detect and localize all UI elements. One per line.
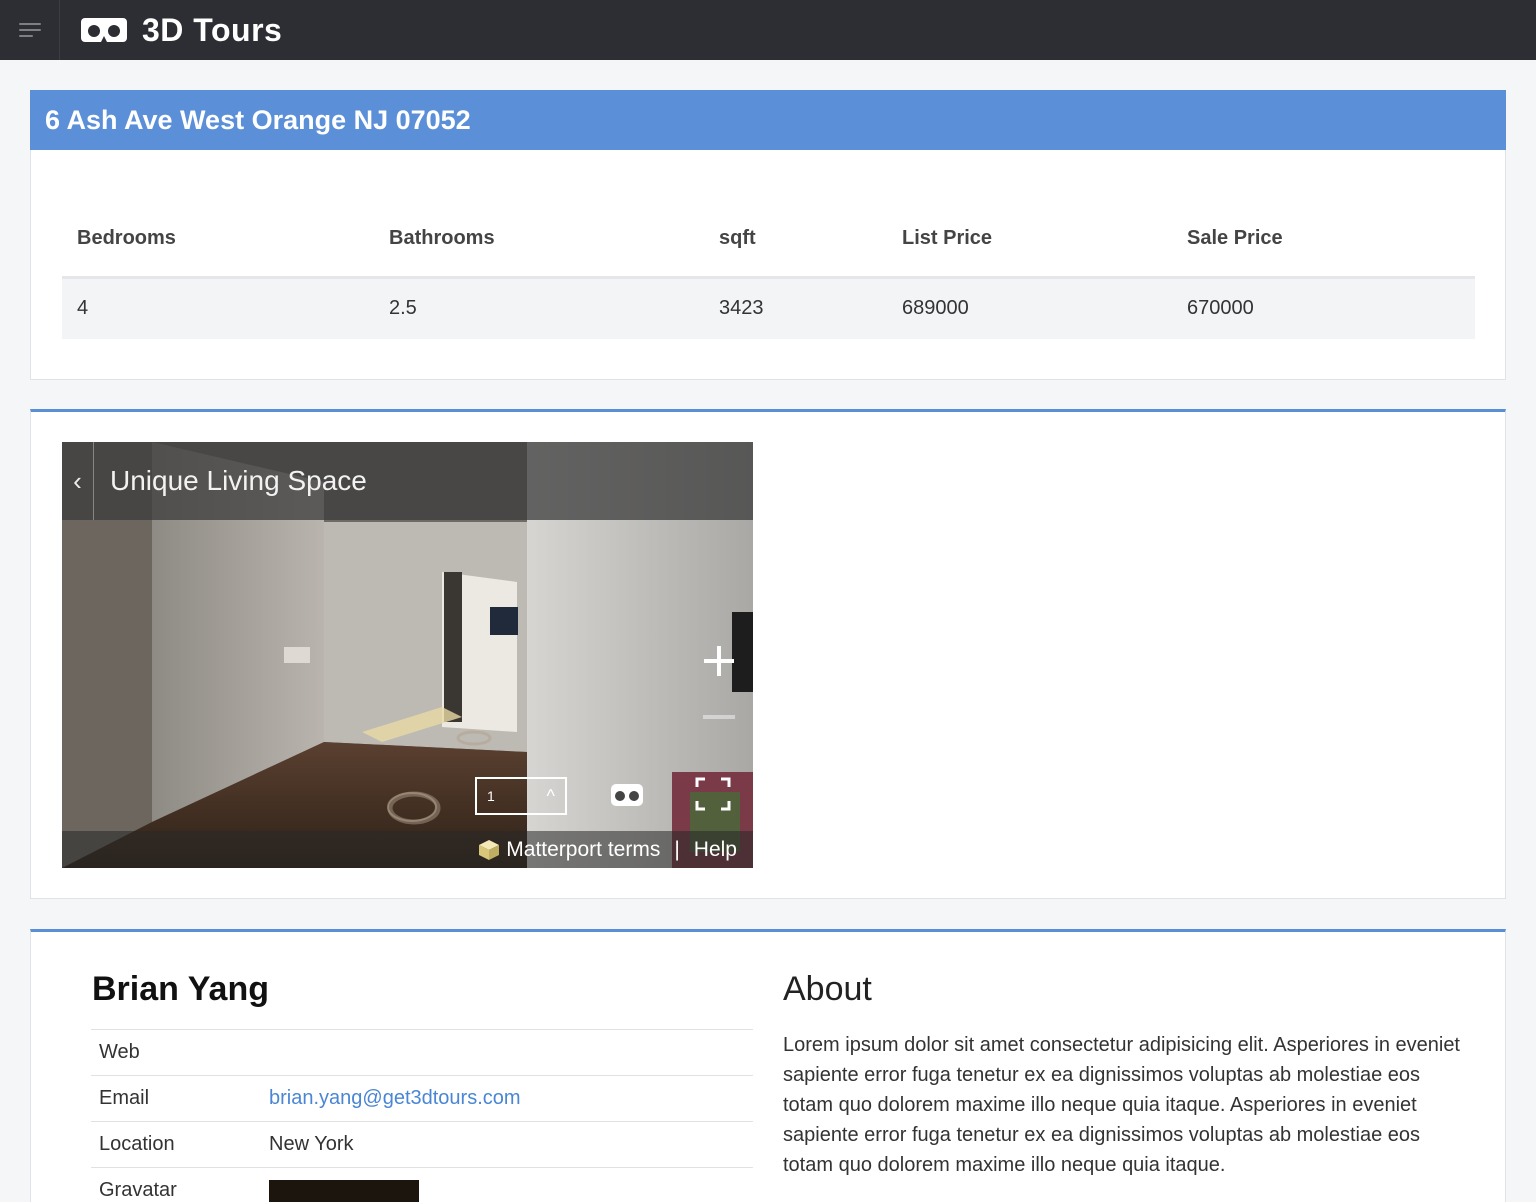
gravatar-image — [269, 1179, 419, 1202]
chevron-up-icon: ^ — [546, 786, 555, 806]
tour-title: Unique Living Space — [110, 465, 367, 496]
web-value — [261, 1029, 753, 1076]
bathrooms-value: 2.5 — [374, 277, 704, 339]
agent-info-table: Web Email brian.yang@get3dtours.com Loca… — [91, 1029, 753, 1202]
footer-separator: | — [674, 837, 680, 861]
about-heading: About — [783, 970, 872, 1008]
table-row: Web — [91, 1029, 753, 1076]
column-header-bathrooms: Bathrooms — [374, 201, 704, 279]
hamburger-icon — [18, 23, 41, 25]
sale-price-value: 670000 — [1172, 277, 1475, 339]
tour-title-bar: ‹ Unique Living Space — [62, 442, 753, 520]
chevron-left-icon[interactable]: ‹ — [62, 442, 94, 520]
vr-headset-icon — [81, 18, 127, 42]
tour-footer: Matterport terms | Help — [62, 831, 753, 868]
help-link[interactable]: Help — [694, 838, 737, 862]
matterport-terms-link[interactable]: Matterport terms — [506, 838, 660, 862]
email-label: Email — [91, 1075, 261, 1122]
agent-name: Brian Yang — [92, 970, 269, 1008]
property-address: 6 Ash Ave West Orange NJ 07052 — [30, 90, 1506, 150]
vr-mode-icon[interactable] — [610, 782, 644, 808]
web-label: Web — [91, 1029, 261, 1076]
gravatar-label: Gravatar — [91, 1167, 261, 1202]
table-row: Gravatar — [91, 1167, 753, 1202]
menu-toggle-button[interactable] — [0, 0, 60, 60]
about-text: Lorem ipsum dolor sit amet consectetur a… — [783, 1034, 1460, 1176]
property-panel: 6 Ash Ave West Orange NJ 07052 Bedrooms … — [30, 90, 1506, 380]
list-price-value: 689000 — [887, 277, 1172, 339]
email-link[interactable]: brian.yang@get3dtours.com — [269, 1087, 521, 1109]
brand-link[interactable]: 3D Tours — [80, 12, 282, 49]
matterport-logo-icon — [479, 839, 500, 860]
3d-tour-viewer[interactable]: ‹ Unique Living Space 1 ^ Matterport ter… — [62, 442, 753, 868]
zoom-in-icon[interactable] — [703, 645, 735, 677]
location-value: New York — [261, 1121, 753, 1168]
column-header-sale-price: Sale Price — [1172, 201, 1475, 279]
location-label: Location — [91, 1121, 261, 1168]
table-row: Email brian.yang@get3dtours.com — [91, 1075, 753, 1122]
floor-selector[interactable]: 1 ^ — [475, 777, 567, 815]
zoom-out-icon[interactable] — [703, 715, 735, 719]
bedrooms-value: 4 — [62, 277, 374, 339]
table-row: Location New York — [91, 1121, 753, 1168]
column-header-bedrooms: Bedrooms — [62, 201, 374, 279]
column-header-sqft: sqft — [704, 201, 887, 279]
table-header-row: Bedrooms Bathrooms sqft List Price Sale … — [62, 201, 1475, 279]
agent-panel: Brian Yang Web Email brian.yang@get3dtou… — [30, 929, 1506, 1202]
property-details-table: Bedrooms Bathrooms sqft List Price Sale … — [62, 201, 1475, 339]
app-title: 3D Tours — [142, 11, 283, 48]
top-navbar: 3D Tours — [0, 0, 1536, 60]
floor-number: 1 — [487, 788, 495, 804]
fullscreen-icon[interactable] — [695, 777, 731, 811]
tour-panel: ‹ Unique Living Space 1 ^ Matterport ter… — [30, 409, 1506, 899]
table-row: 4 2.5 3423 689000 670000 — [62, 277, 1475, 339]
column-header-list-price: List Price — [887, 201, 1172, 279]
sqft-value: 3423 — [704, 277, 887, 339]
